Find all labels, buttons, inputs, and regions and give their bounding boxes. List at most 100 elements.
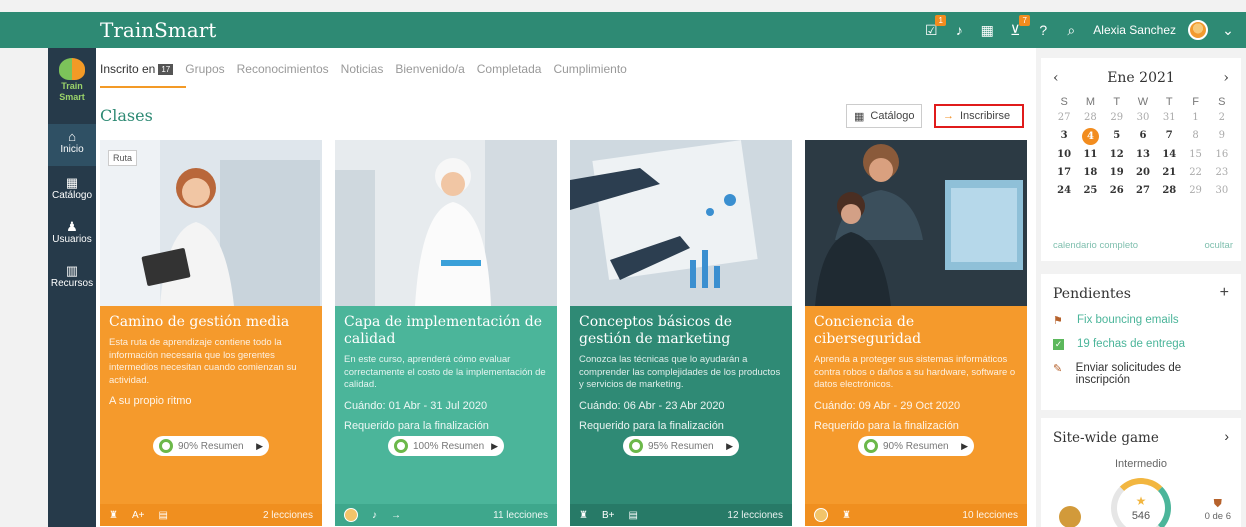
progress-label: 95% Resumen bbox=[648, 440, 714, 452]
tab-reconocimientos[interactable]: Reconocimientos bbox=[237, 62, 329, 76]
calendar-day[interactable]: 28 bbox=[1077, 110, 1103, 126]
chevron-right-icon[interactable]: › bbox=[1223, 70, 1229, 86]
check-board-icon[interactable]: ☑ 1 bbox=[923, 15, 947, 38]
sidebar-item-recursos[interactable]: ▥ Recursos bbox=[48, 260, 96, 300]
tab-completada[interactable]: Completada bbox=[477, 62, 542, 76]
tab-inscrito-en[interactable]: Inscrito en 17 bbox=[100, 62, 174, 76]
progress-summary-button[interactable]: 100% Resumen ▶ bbox=[388, 436, 504, 456]
main-content: Inscrito en 17 Grupos Reconocimientos Not… bbox=[96, 48, 1036, 527]
calendar-day[interactable]: 25 bbox=[1077, 183, 1103, 199]
header-actions: ☑ 1 ♪ ▦ ⊻ 7 ? ⌕ Alexia Sanchez ⌄ bbox=[923, 15, 1236, 40]
cart-icon[interactable]: ⊻ 7 bbox=[1007, 15, 1031, 38]
course-title[interactable]: Camino de gestión media bbox=[109, 314, 313, 331]
calendar-day[interactable]: 7 bbox=[1156, 128, 1182, 145]
calendar-day[interactable]: 14 bbox=[1156, 147, 1182, 163]
chevron-left-icon[interactable]: ‹ bbox=[1053, 70, 1059, 86]
course-description: En este curso, aprenderá cómo evaluar co… bbox=[344, 354, 546, 390]
calendar-day[interactable]: 16 bbox=[1209, 147, 1235, 163]
calendar-grid: S M T W T F S 27 28 29 30 31 1 2 3 4 5 6 7 8 9 10 11 12 13 14 15 16… bbox=[1051, 96, 1235, 199]
pending-item[interactable]: ✓ 19 fechas de entrega bbox=[1053, 338, 1185, 350]
chevron-down-icon[interactable]: ⌄ bbox=[1220, 22, 1236, 38]
calendar-day[interactable]: 5 bbox=[1104, 128, 1130, 145]
calendar-day[interactable]: 31 bbox=[1156, 110, 1182, 126]
weekday-label: T bbox=[1113, 96, 1121, 108]
tab-bienvenido[interactable]: Bienvenido/a bbox=[395, 62, 464, 76]
user-avatar-icon[interactable] bbox=[1188, 20, 1208, 40]
progress-summary-button[interactable]: 95% Resumen ▶ bbox=[623, 436, 739, 456]
course-title[interactable]: Capa de implementación de calidad bbox=[344, 314, 548, 348]
calendar-day[interactable]: 13 bbox=[1130, 147, 1156, 163]
chevron-right-icon[interactable]: › bbox=[1224, 428, 1229, 444]
sidebar-item-usuarios[interactable]: ♟ Usuarios bbox=[48, 216, 96, 256]
full-calendar-link[interactable]: calendario completo bbox=[1053, 240, 1138, 251]
calendar-icon[interactable]: ▦ bbox=[979, 22, 995, 38]
logo[interactable]: Train Smart bbox=[48, 58, 96, 102]
calendar-day[interactable]: 1 bbox=[1182, 110, 1208, 126]
calendar-day[interactable]: 11 bbox=[1077, 147, 1103, 163]
books-icon: ▥ bbox=[65, 263, 79, 278]
course-card[interactable]: Ruta Camino de gestión media Esta ruta d… bbox=[100, 140, 322, 526]
enroll-button[interactable]: → Inscribirse bbox=[933, 103, 1025, 129]
tab-grupos[interactable]: Grupos bbox=[185, 62, 224, 76]
progress-summary-button[interactable]: 90% Resumen ▶ bbox=[858, 436, 974, 456]
course-card[interactable]: Conciencia de ciberseguridad Aprenda a p… bbox=[805, 140, 1027, 526]
sidebar-item-inicio[interactable]: ⌂ Inicio bbox=[48, 124, 96, 166]
calendar-day[interactable]: 30 bbox=[1130, 110, 1156, 126]
sidebar-item-catalogo[interactable]: ▦ Catálogo bbox=[48, 172, 96, 212]
pending-item[interactable]: ✎ Enviar solicitudes de inscripción bbox=[1053, 362, 1223, 386]
weekday-label: T bbox=[1165, 96, 1173, 108]
game-widget[interactable]: Site-wide game › Intermedio ★ 546 ⛊ 0 de… bbox=[1041, 418, 1241, 527]
calendar-day[interactable]: 22 bbox=[1182, 165, 1208, 181]
course-card[interactable]: Conceptos básicos de gestión de marketin… bbox=[570, 140, 792, 526]
progress-summary-button[interactable]: 90% Resumen ▶ bbox=[153, 436, 269, 456]
bell-icon[interactable]: ♪ bbox=[951, 22, 967, 38]
user-name[interactable]: Alexia Sanchez bbox=[1093, 23, 1176, 37]
calendar-day[interactable]: 9 bbox=[1209, 128, 1235, 145]
tab-cumplimiento[interactable]: Cumplimiento bbox=[553, 62, 626, 76]
calendar-day[interactable]: 12 bbox=[1104, 147, 1130, 163]
calendar-day[interactable]: 29 bbox=[1182, 183, 1208, 199]
calendar-day[interactable]: 4 bbox=[1077, 128, 1103, 145]
calendar-day[interactable]: 21 bbox=[1156, 165, 1182, 181]
brand-title[interactable]: TrainSmart bbox=[100, 18, 216, 42]
calendar-day[interactable]: 30 bbox=[1209, 183, 1235, 199]
calendar-day[interactable]: 8 bbox=[1182, 128, 1208, 145]
catalog-button-label: Catálogo bbox=[870, 110, 915, 122]
calendar-day[interactable]: 10 bbox=[1051, 147, 1077, 163]
progress-ring-icon bbox=[864, 439, 878, 453]
cart-badge: 7 bbox=[1019, 15, 1031, 26]
calendar-day[interactable]: 29 bbox=[1104, 110, 1130, 126]
calendar-day[interactable]: 3 bbox=[1051, 128, 1077, 145]
catalog-button[interactable]: ▦ Catálogo bbox=[846, 104, 923, 128]
trophy-icon: ♜ bbox=[579, 509, 588, 521]
course-image bbox=[335, 140, 557, 306]
calendar-day[interactable]: 23 bbox=[1209, 165, 1235, 181]
course-title[interactable]: Conciencia de ciberseguridad bbox=[814, 314, 1018, 348]
calendar-day[interactable]: 15 bbox=[1182, 147, 1208, 163]
plus-icon[interactable]: + bbox=[1220, 284, 1229, 302]
calendar-day[interactable]: 2 bbox=[1209, 110, 1235, 126]
tab-noticias[interactable]: Noticias bbox=[341, 62, 384, 76]
pending-item[interactable]: ⚑ Fix bouncing emails bbox=[1053, 314, 1179, 327]
calendar-day[interactable]: 26 bbox=[1104, 183, 1130, 199]
calendar-day[interactable]: 20 bbox=[1130, 165, 1156, 181]
document-icon: ▤ bbox=[158, 509, 168, 521]
calendar-day[interactable]: 27 bbox=[1130, 183, 1156, 199]
calendar-day[interactable]: 17 bbox=[1051, 165, 1077, 181]
help-icon[interactable]: ? bbox=[1035, 22, 1051, 38]
calendar-day[interactable]: 24 bbox=[1051, 183, 1077, 199]
calendar-day[interactable]: 18 bbox=[1077, 165, 1103, 181]
course-footer: ♜ 10 lecciones bbox=[805, 504, 1027, 526]
course-title[interactable]: Conceptos básicos de gestión de marketin… bbox=[579, 314, 783, 348]
progress-label: 100% Resumen bbox=[413, 440, 485, 452]
course-card[interactable]: Capa de implementación de calidad En est… bbox=[335, 140, 557, 526]
hide-calendar-link[interactable]: ocultar bbox=[1204, 240, 1233, 251]
play-icon: ▶ bbox=[726, 440, 733, 451]
grid-icon: ▦ bbox=[65, 175, 79, 190]
lessons-count: 11 lecciones bbox=[493, 509, 548, 521]
calendar-day[interactable]: 19 bbox=[1104, 165, 1130, 181]
search-icon[interactable]: ⌕ bbox=[1063, 22, 1079, 38]
calendar-day[interactable]: 6 bbox=[1130, 128, 1156, 145]
calendar-day[interactable]: 28 bbox=[1156, 183, 1182, 199]
calendar-day[interactable]: 27 bbox=[1051, 110, 1077, 126]
